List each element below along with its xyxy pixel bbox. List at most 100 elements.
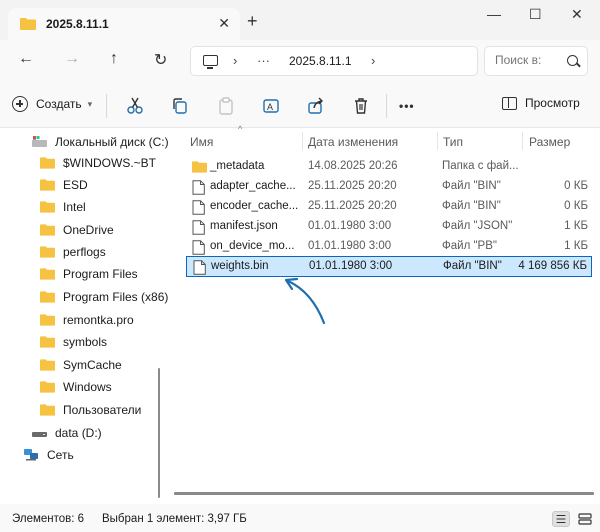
file-date: 01.01.1980 3:00 [308, 240, 392, 252]
column-header-date[interactable]: Дата изменения [308, 135, 398, 149]
file-row[interactable]: encoder_cache... 25.11.2025 20:20 Файл "… [186, 197, 592, 217]
toolbar-divider [386, 94, 387, 118]
sidebar-item-drive-c[interactable]: Локальный диск (C:) [0, 131, 168, 153]
sidebar-item-folder[interactable]: $WINDOWS.~BT [0, 152, 168, 174]
drive-icon [32, 136, 47, 147]
search-input[interactable] [495, 53, 559, 67]
file-row[interactable]: _metadata 14.08.2025 20:26 Папка с фай..… [186, 157, 592, 177]
tab-current-folder[interactable]: 2025.8.11.1 ✕ [8, 8, 240, 40]
hidden-path-icon[interactable]: ··· [257, 53, 270, 68]
file-size: 1 КБ [564, 240, 588, 252]
navigation-pane: Локальный диск (C:) $WINDOWS.~BT ESD Int… [0, 128, 168, 504]
details-view-icon[interactable] [552, 511, 570, 527]
minimize-icon[interactable]: — [487, 6, 501, 22]
sidebar-item-folder[interactable]: OneDrive [0, 219, 168, 241]
nav-scrollbar[interactable] [158, 128, 161, 504]
file-size: 4 169 856 КБ [518, 260, 587, 272]
sidebar-item-label: Program Files (x86) [63, 290, 168, 304]
folder-icon [40, 268, 55, 280]
create-button[interactable]: Создать ▾ [12, 96, 92, 112]
address-bar[interactable]: › ··· 2025.8.11.1 › [190, 46, 478, 76]
share-icon[interactable] [307, 97, 325, 115]
rename-icon[interactable]: A [262, 97, 280, 115]
file-type: Файл "JSON" [442, 220, 513, 232]
sort-ascending-icon: ^ [238, 124, 243, 134]
file-name: weights.bin [211, 260, 269, 272]
folder-icon [40, 201, 55, 213]
sidebar-item-label: data (D:) [55, 426, 102, 440]
create-label: Создать [36, 97, 82, 111]
sidebar-item-folder[interactable]: SymCache [0, 354, 168, 376]
column-header-name[interactable]: Имя [190, 135, 213, 149]
column-divider[interactable] [302, 132, 303, 150]
sidebar-item-network[interactable]: Сеть [0, 444, 168, 466]
paste-icon[interactable] [217, 97, 235, 115]
sidebar-item-folder[interactable]: Пользователи [0, 399, 168, 421]
sidebar-item-label: remontka.pro [63, 313, 134, 327]
tab-close-icon[interactable]: ✕ [218, 15, 230, 32]
chevron-down-icon: ▾ [87, 98, 93, 109]
file-name: encoder_cache... [210, 200, 299, 212]
sidebar-item-folder[interactable]: Program Files [0, 263, 168, 285]
up-icon[interactable]: ↑ [110, 50, 118, 68]
back-icon[interactable]: ← [18, 50, 34, 68]
copy-icon[interactable] [171, 97, 189, 115]
annotation-arrow-icon [284, 277, 326, 325]
refresh-icon[interactable]: ↻ [154, 50, 167, 70]
file-type: Папка с фай... [442, 160, 519, 172]
preview-label: Просмотр [525, 96, 580, 110]
file-row[interactable]: manifest.json 01.01.1980 3:00 Файл "JSON… [186, 217, 592, 237]
title-bar: 2025.8.11.1 ✕ + — ☐ ✕ [0, 0, 600, 40]
file-name: manifest.json [210, 220, 278, 232]
horizontal-scrollbar[interactable] [174, 492, 594, 495]
folder-icon [40, 314, 55, 326]
folder-icon [40, 179, 55, 191]
folder-icon [40, 381, 55, 393]
status-bar: Элементов: 6 Выбран 1 элемент: 3,97 ГБ [0, 504, 600, 532]
sidebar-item-folder[interactable]: Intel [0, 196, 168, 218]
forward-icon[interactable]: → [64, 50, 80, 68]
file-date: 14.08.2025 20:26 [308, 160, 398, 172]
search-icon[interactable] [567, 55, 578, 66]
sidebar-item-drive-d[interactable]: data (D:) [0, 422, 168, 444]
sidebar-item-folder[interactable]: Windows [0, 376, 168, 398]
chevron-right-icon[interactable]: › [371, 53, 375, 68]
breadcrumb-current[interactable]: 2025.8.11.1 [289, 54, 352, 68]
file-row-selected[interactable]: weights.bin 01.01.1980 3:00 Файл "BIN" 4… [186, 256, 592, 277]
sidebar-item-label: Program Files [63, 267, 138, 281]
column-header-type[interactable]: Тип [443, 135, 463, 149]
cut-icon[interactable] [126, 97, 144, 115]
folder-icon [40, 157, 55, 169]
new-tab-icon[interactable]: + [247, 11, 258, 32]
column-divider[interactable] [522, 132, 523, 150]
file-date: 25.11.2025 20:20 [308, 180, 397, 192]
toolbar-divider [106, 94, 107, 118]
delete-icon[interactable] [352, 97, 370, 115]
nav-scrollbar-thumb[interactable] [158, 368, 160, 498]
preview-button[interactable]: Просмотр [502, 96, 580, 110]
more-options-icon[interactable]: ••• [399, 99, 415, 113]
file-icon [192, 220, 205, 235]
file-type: Файл "BIN" [442, 200, 501, 212]
sidebar-item-folder[interactable]: Program Files (x86) [0, 286, 168, 308]
sidebar-item-label: Windows [63, 380, 112, 394]
sidebar-item-label: Локальный диск (C:) [55, 135, 168, 149]
sidebar-item-folder[interactable]: perflogs [0, 241, 168, 263]
column-header-size[interactable]: Размер [529, 135, 570, 149]
folder-icon [192, 161, 207, 173]
column-divider[interactable] [437, 132, 438, 150]
folder-icon [40, 336, 55, 348]
sidebar-item-folder[interactable]: symbols [0, 331, 168, 353]
folder-icon [40, 359, 55, 371]
file-type: Файл "BIN" [443, 260, 502, 272]
file-size: 0 КБ [564, 200, 588, 212]
plus-circle-icon [12, 96, 28, 112]
tiles-view-icon[interactable] [576, 511, 594, 527]
sidebar-item-folder[interactable]: ESD [0, 174, 168, 196]
sidebar-item-folder[interactable]: remontka.pro [0, 309, 168, 331]
file-row[interactable]: adapter_cache... 25.11.2025 20:20 Файл "… [186, 177, 592, 197]
search-box[interactable] [484, 46, 588, 76]
maximize-icon[interactable]: ☐ [529, 6, 542, 23]
file-row[interactable]: on_device_mo... 01.01.1980 3:00 Файл "PB… [186, 237, 592, 257]
close-window-icon[interactable]: ✕ [571, 6, 583, 23]
